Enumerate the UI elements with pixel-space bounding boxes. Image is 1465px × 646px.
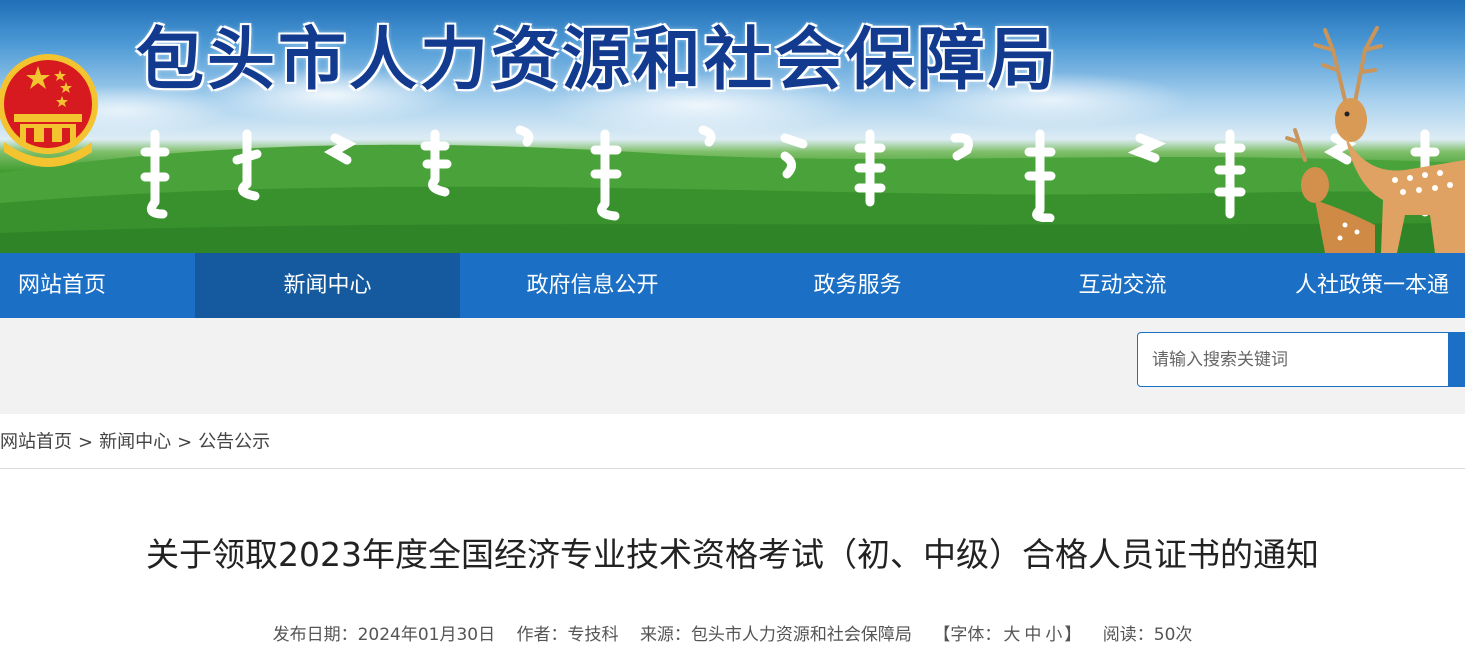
breadcrumb: 网站首页 > 新闻中心 > 公告公示 — [0, 414, 1465, 469]
breadcrumb-news[interactable]: 新闻中心 — [99, 432, 171, 453]
font-size-control: 【字体：大中小】 — [933, 625, 1081, 645]
font-size-close: 】 — [1064, 625, 1082, 645]
deer-illustration — [1285, 26, 1465, 253]
nav-item-news[interactable]: 新闻中心 — [195, 253, 460, 318]
publish-date: 发布日期：2024年01月30日 — [273, 625, 496, 645]
main-nav: 网站首页 新闻中心 政府信息公开 政务服务 互动交流 人社政策一本通 — [0, 253, 1465, 318]
nav-item-services[interactable]: 政务服务 — [725, 253, 990, 318]
breadcrumb-separator: > — [78, 431, 94, 453]
font-size-open: 【字体： — [933, 625, 1002, 645]
breadcrumb-separator: > — [177, 431, 193, 453]
read-count-value: 50次 — [1153, 625, 1193, 645]
mongolian-script-decoration — [140, 125, 1440, 222]
search-input[interactable] — [1138, 333, 1448, 386]
nav-item-policy-guide[interactable]: 人社政策一本通 — [1255, 253, 1465, 318]
breadcrumb-home[interactable]: 网站首页 — [0, 432, 72, 453]
source-value: 包头市人力资源和社会保障局 — [690, 625, 912, 645]
search-button[interactable] — [1448, 332, 1465, 387]
read-count: 阅读：50次 — [1103, 625, 1193, 645]
source-label: 来源： — [639, 625, 691, 645]
font-size-large-button[interactable]: 大 — [1001, 625, 1022, 645]
nav-item-home[interactable]: 网站首页 — [0, 253, 195, 318]
font-size-small-button[interactable]: 小 — [1043, 625, 1064, 645]
breadcrumb-announcements[interactable]: 公告公示 — [198, 432, 270, 453]
article-title: 关于领取2023年度全国经济专业技术资格考试（初、中级）合格人员证书的通知 — [146, 535, 1319, 574]
article-meta: 发布日期：2024年01月30日 作者：专技科 来源：包头市人力资源和社会保障局… — [0, 620, 1465, 645]
search-box — [1137, 332, 1449, 387]
author: 作者：专技科 — [517, 625, 619, 645]
author-label: 作者： — [516, 625, 568, 645]
national-emblem-icon — [0, 54, 98, 167]
publish-date-label: 发布日期： — [272, 625, 358, 645]
site-banner: 包头市人力资源和社会保障局 — [0, 0, 1465, 253]
source: 来源：包头市人力资源和社会保障局 — [640, 625, 912, 645]
nav-item-gov-info[interactable]: 政府信息公开 — [460, 253, 725, 318]
font-size-medium-button[interactable]: 中 — [1022, 625, 1043, 645]
site-title: 包头市人力资源和社会保障局 — [136, 20, 1060, 100]
author-value: 专技科 — [567, 625, 619, 645]
read-count-label: 阅读： — [1102, 625, 1154, 645]
nav-item-interaction[interactable]: 互动交流 — [990, 253, 1255, 318]
publish-date-value: 2024年01月30日 — [357, 625, 496, 645]
search-band — [0, 318, 1465, 414]
